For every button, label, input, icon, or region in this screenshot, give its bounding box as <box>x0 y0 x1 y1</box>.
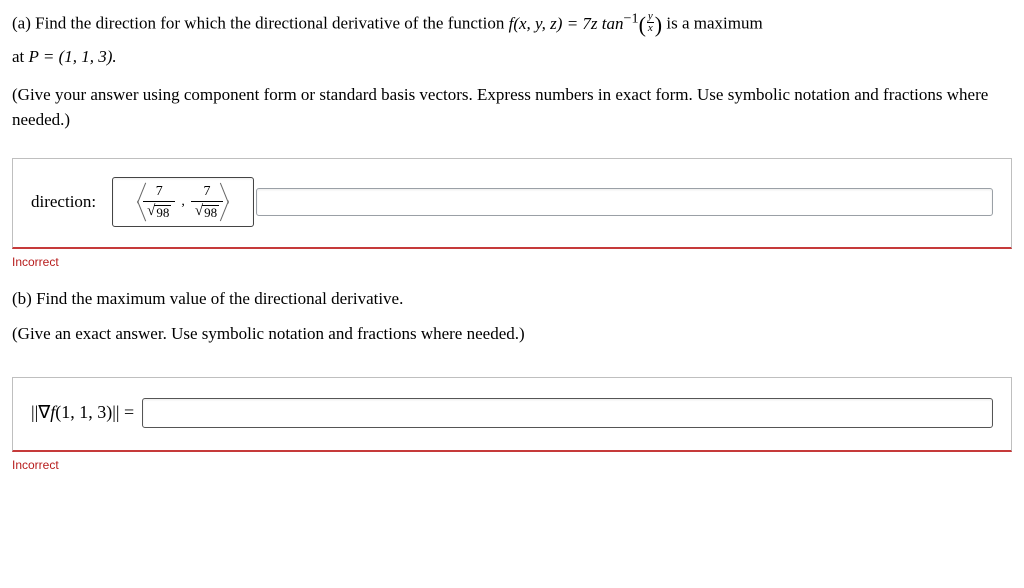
gradient-norm-input[interactable] <box>142 398 993 428</box>
part-a-feedback: Incorrect <box>12 255 1012 269</box>
angle-bracket-right-icon <box>225 182 237 222</box>
part-b-answer-block: ||∇f(1, 1, 3)|| = <box>12 377 1012 452</box>
direction-input-extension[interactable] <box>256 188 993 216</box>
part-a-instructions: (Give your answer using component form o… <box>12 83 1012 132</box>
direction-label: direction: <box>31 192 96 212</box>
part-a-suffix-1: is a maximum <box>666 14 762 33</box>
part-b-instructions: (Give an exact answer. Use symbolic nota… <box>12 322 1012 347</box>
part-b-feedback: Incorrect <box>12 458 1012 472</box>
angle-bracket-left-icon <box>129 182 141 222</box>
func-expr: f(x, y, z) = 7z tan−1(yx) <box>509 14 667 33</box>
part-a-line-1: (a) Find the direction for which the dir… <box>12 8 1012 41</box>
part-a-line-2: at P = (1, 1, 3). <box>12 45 1012 70</box>
direction-entered-value: 7 √98 , 7 √98 <box>119 179 247 225</box>
part-a-prefix: (a) Find the direction for which the dir… <box>12 14 509 33</box>
part-b-prompt: (b) Find the maximum value of the direct… <box>12 287 1012 312</box>
gradient-norm-label: ||∇f(1, 1, 3)|| = <box>31 402 134 423</box>
part-a-answer-block: direction: 7 √98 , 7 √98 <box>12 158 1012 249</box>
direction-input[interactable]: 7 √98 , 7 √98 <box>112 177 254 227</box>
